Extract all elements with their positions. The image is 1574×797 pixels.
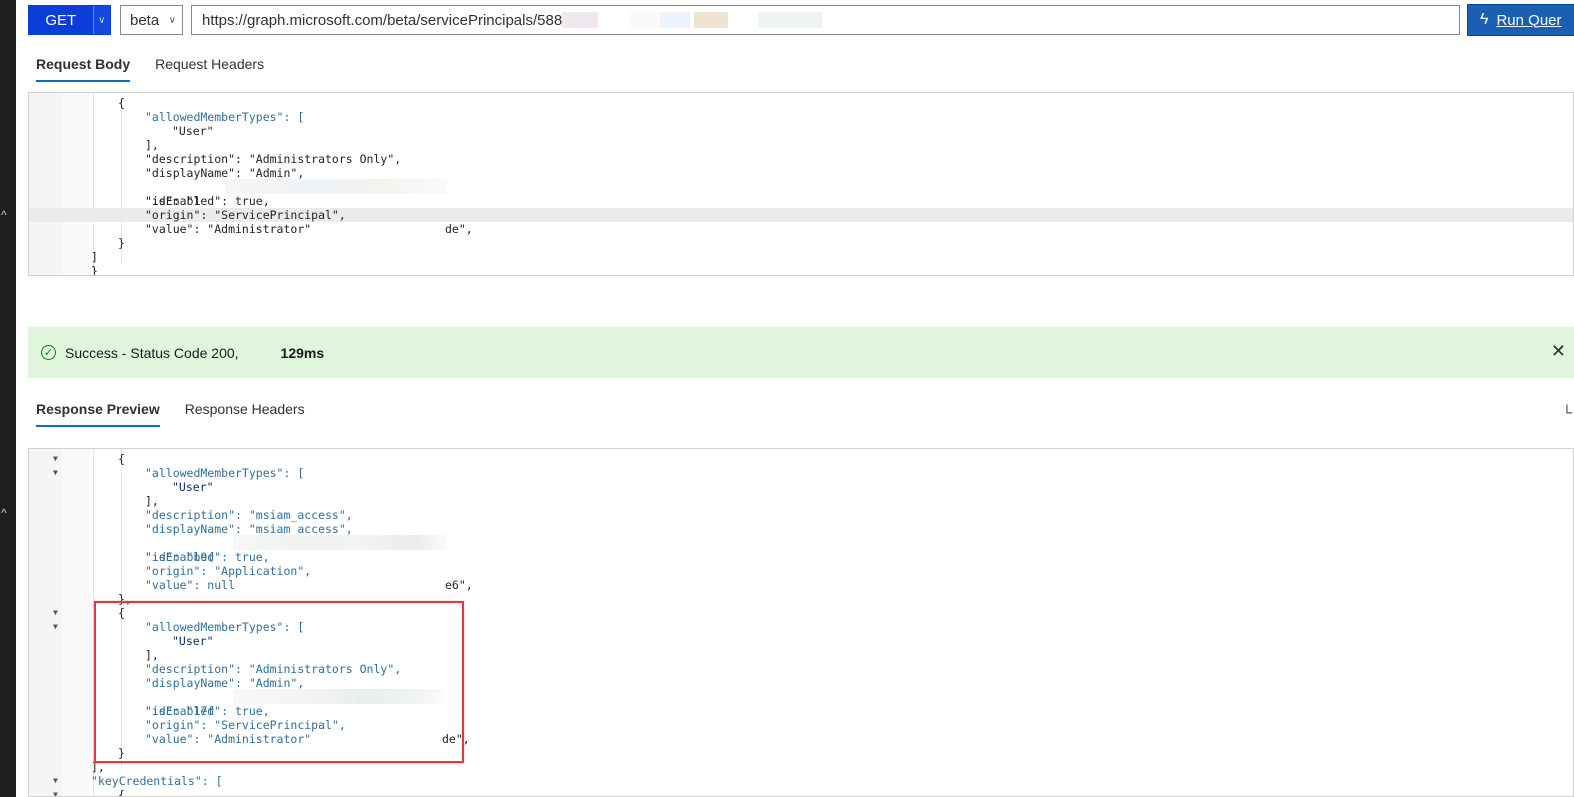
run-query-button[interactable]: ϟ Run Quer	[1467, 4, 1574, 36]
code-line: "isEnabled": true,	[145, 550, 270, 564]
chevron-up-icon[interactable]: ^	[1, 209, 11, 221]
tab-request-body[interactable]: Request Body	[36, 56, 131, 82]
code-line: }	[118, 236, 125, 250]
response-tabs: Response Preview Response Headers	[36, 401, 305, 427]
request-tabs: Request Body Request Headers	[36, 56, 264, 82]
check-circle-icon: ✓	[41, 345, 56, 360]
api-version-dropdown[interactable]: beta ∨	[120, 5, 183, 35]
redacted-region	[630, 12, 661, 28]
run-query-label: Run Quer	[1496, 11, 1562, 29]
lightning-icon: ϟ	[1480, 11, 1489, 28]
copy-icon[interactable]: └	[1562, 404, 1572, 420]
code-line: "displayName": "msiam_access",	[145, 522, 353, 536]
code-line: "isEnabled": true,	[145, 194, 270, 208]
tab-request-headers[interactable]: Request Headers	[155, 56, 264, 82]
code-line: "User"	[172, 480, 214, 494]
code-line: "keyCredentials": [	[91, 774, 223, 788]
code-line: "value": null	[145, 578, 236, 592]
code-line: "origin": "ServicePrincipal",	[145, 208, 346, 222]
status-message-bar: ✓ Success - Status Code 200, 129ms ✕	[28, 327, 1574, 378]
left-activity-bar: ^ ^	[0, 0, 16, 797]
redacted-region	[233, 535, 447, 550]
tab-response-preview[interactable]: Response Preview	[36, 401, 160, 427]
code-line: "displayName": "Admin",	[145, 166, 305, 180]
code-line: "value": "Administrator"	[145, 222, 312, 236]
code-line: ]	[91, 250, 98, 264]
code-line: ],	[145, 138, 159, 152]
http-method-dropdown[interactable]: GET ∨	[28, 5, 111, 35]
request-url-input[interactable]: https://graph.microsoft.com/beta/service…	[191, 5, 1460, 35]
redacted-region	[694, 12, 729, 28]
request-url-text: https://graph.microsoft.com/beta/service…	[202, 11, 563, 29]
code-line: "allowedMemberTypes": [	[145, 110, 305, 124]
chevron-down-icon: ∨	[168, 14, 176, 26]
annotation-highlight-box	[94, 601, 464, 763]
close-icon[interactable]: ✕	[1551, 341, 1566, 362]
tab-response-headers[interactable]: Response Headers	[185, 401, 305, 427]
code-line: }	[91, 264, 98, 276]
code-line: "allowedMemberTypes": [	[145, 466, 305, 480]
status-duration: 129ms	[280, 344, 325, 361]
code-line: "description": "msiam_access",	[145, 508, 353, 522]
code-line: {	[118, 788, 125, 797]
chevron-down-icon[interactable]: ∨	[92, 6, 110, 34]
chevron-up-icon[interactable]: ^	[1, 507, 11, 519]
code-line: "origin": "Application",	[145, 564, 312, 578]
redacted-region	[758, 12, 823, 28]
redacted-region	[660, 12, 691, 28]
code-line: {	[118, 452, 125, 466]
request-body-editor[interactable]: { "allowedMemberTypes": [ "User" ], "des…	[28, 92, 1574, 276]
code-line: {	[118, 96, 125, 110]
code-line: "description": "Administrators Only",	[145, 152, 402, 166]
status-text: Success - Status Code 200,	[65, 344, 239, 361]
redacted-region	[562, 12, 599, 28]
code-line: ],	[145, 494, 159, 508]
code-line: "User"	[172, 124, 214, 138]
api-version-label: beta	[130, 11, 160, 29]
redacted-region	[225, 179, 447, 194]
http-method-label: GET	[45, 11, 77, 29]
